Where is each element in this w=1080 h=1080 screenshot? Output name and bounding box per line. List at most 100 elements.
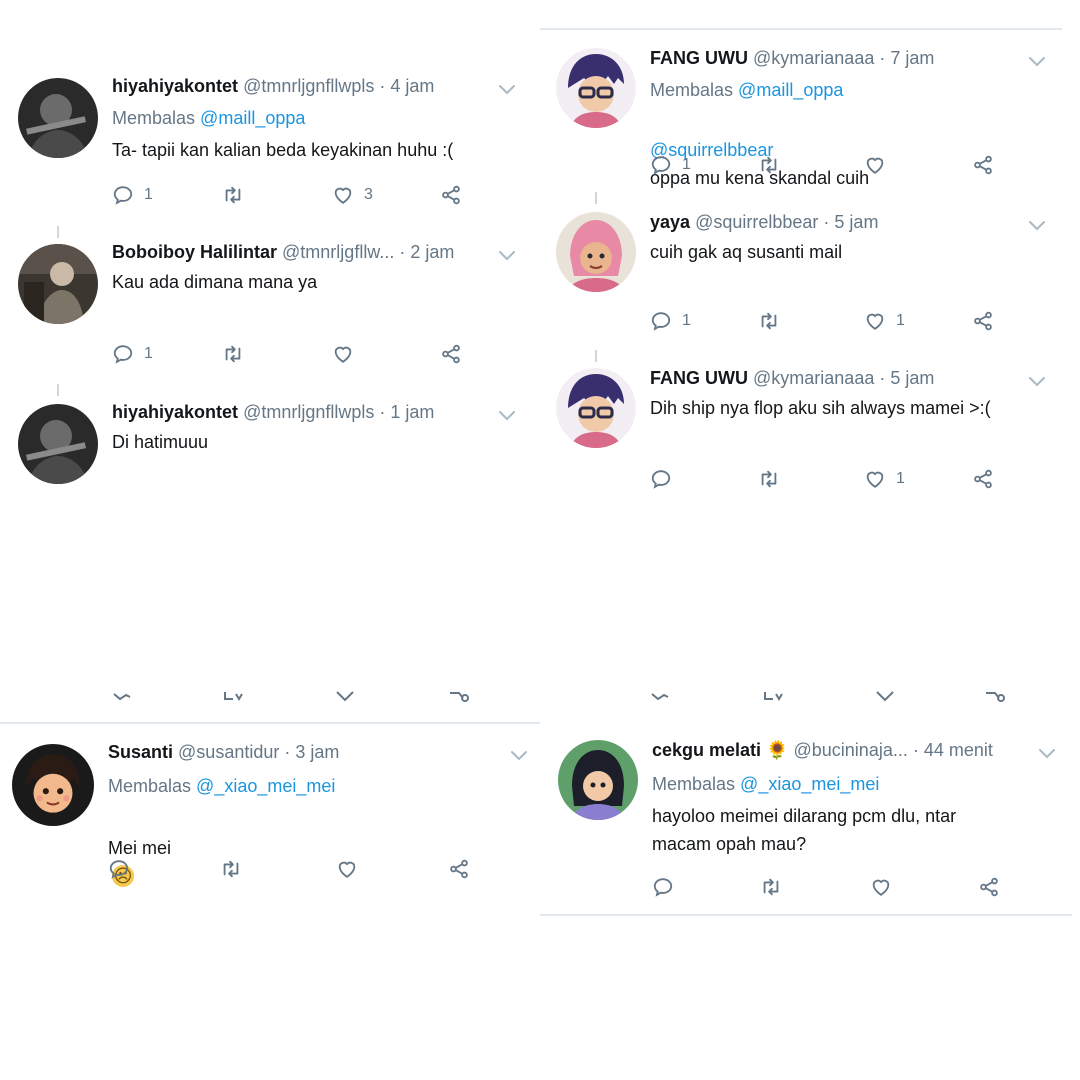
tweet[interactable]: cekgu melati 🌻 @bucininaja... · 44 menit… [540,720,1080,916]
tweet-text: Mei mei [108,838,172,858]
avatar[interactable] [556,48,636,128]
separator: · [912,740,919,760]
share-button[interactable] [972,152,994,178]
tweet[interactable]: FANG UWU @kymarianaaa · 5 jam Dih ship n… [540,364,1080,514]
user-handle[interactable]: @kymarianaaa [753,368,874,388]
avatar[interactable] [18,78,98,158]
user-name[interactable]: FANG UWU [650,368,748,388]
reply-button[interactable]: 1 [650,152,691,178]
tweet-actions: 1 [650,466,1030,492]
retweet-button[interactable] [758,466,780,492]
reply-mention-link[interactable]: @maill_oppa [200,108,305,128]
tweet[interactable]: hiyahiyakontet @tmnrljgnfllwpls · 4 jam … [0,40,540,225]
reply-mention-link[interactable]: @_xiao_mei_mei [196,776,335,796]
share-button[interactable] [440,341,462,367]
user-handle[interactable]: @susantidur [178,742,279,762]
user-name[interactable]: hiyahiyakontet [112,76,238,96]
separator: · [879,48,886,68]
retweet-button[interactable] [760,874,782,900]
timestamp[interactable]: 1 jam [390,402,434,422]
retweet-button[interactable] [220,856,242,882]
timestamp[interactable]: 7 jam [890,48,934,68]
chevron-down-icon[interactable] [1038,748,1056,760]
chevron-down-icon[interactable] [1028,220,1046,232]
retweet-button[interactable] [222,341,244,367]
like-button[interactable] [336,856,358,882]
avatar[interactable] [18,244,98,324]
like-button[interactable]: 1 [864,308,905,334]
user-name[interactable]: Susanti [108,742,173,762]
reply-button[interactable] [652,874,674,900]
avatar[interactable] [12,744,94,826]
reply-mention-link[interactable]: @maill_oppa [738,80,843,100]
separator: · [399,242,406,262]
user-name[interactable]: yaya [650,212,690,232]
share-button[interactable] [972,308,994,334]
retweet-button[interactable] [758,308,780,334]
user-handle[interactable]: @tmnrljgnfllwpls [243,76,374,96]
user-name[interactable]: hiyahiyakontet [112,402,238,422]
reply-icon [651,693,669,701]
like-button[interactable] [870,874,892,900]
share-button[interactable] [978,874,1000,900]
separator: · [379,402,386,422]
user-name[interactable]: Boboiboy Halilintar [112,242,277,262]
share-button[interactable] [440,182,462,208]
reply-icon [113,693,131,701]
retweet-button[interactable] [758,152,780,178]
timestamp[interactable]: 44 menit [924,740,993,760]
timestamp[interactable]: 3 jam [295,742,339,762]
avatar[interactable] [556,368,636,448]
avatar[interactable] [556,212,636,292]
reply-button[interactable]: 1 [650,308,691,334]
like-icon [864,154,886,176]
user-handle[interactable]: @tmnrljgfllw... [282,242,394,262]
user-handle[interactable]: @tmnrljgnfllwpls [243,402,374,422]
chevron-down-icon[interactable] [510,750,528,762]
timestamp[interactable]: 5 jam [834,212,878,232]
timestamp[interactable]: 5 jam [890,368,934,388]
retweet-icon [760,876,782,898]
reply-mention-link[interactable]: @_xiao_mei_mei [740,774,879,794]
user-name[interactable]: FANG UWU [650,48,748,68]
retweet-button[interactable] [222,182,244,208]
user-handle[interactable]: @squirrelbbear [695,212,818,232]
like-button[interactable]: 3 [332,182,373,208]
reply-button[interactable]: 1 [112,341,153,367]
thread-line [595,192,597,204]
avatar[interactable] [558,740,638,820]
share-button[interactable] [448,856,470,882]
timestamp[interactable]: 4 jam [390,76,434,96]
reply-prefix: Membalas [652,774,736,794]
chevron-down-icon[interactable] [498,410,516,422]
user-handle[interactable]: @kymarianaaa [753,48,874,68]
share-button[interactable] [972,466,994,492]
reply-button[interactable] [650,466,672,492]
chevron-down-icon[interactable] [498,250,516,262]
tweet[interactable]: Susanti @susantidur · 3 jam Membalas @_x… [0,724,540,910]
user-name[interactable]: cekgu melati [652,740,761,760]
reply-button[interactable]: 1 [112,182,153,208]
timestamp[interactable]: 2 jam [410,242,454,262]
like-button[interactable]: 1 [864,466,905,492]
tweet-actions [652,874,1032,900]
like-button[interactable] [332,341,354,367]
reply-icon [108,858,130,880]
like-button[interactable] [864,152,886,178]
tweet[interactable]: FANG UWU @kymarianaaa · 7 jam Membalas @… [540,30,1080,200]
tweet[interactable]: Boboiboy Halilintar @tmnrljgfllw... · 2 … [0,238,540,388]
avatar[interactable] [18,404,98,484]
tweet[interactable]: yaya @squirrelbbear · 5 jam cuih gak aq … [540,206,1080,356]
tweet-text: Di hatimuuu [112,432,209,452]
reply-prefix: Membalas [108,776,192,796]
separator: · [284,742,291,762]
like-icon [332,343,354,365]
reply-icon [652,876,674,898]
tweet[interactable]: hiyahiyakontet @tmnrljgnfllwpls · 1 jam … [0,398,540,518]
user-handle[interactable]: @bucininaja... [794,740,908,760]
chevron-down-icon[interactable] [1028,376,1046,388]
chevron-down-icon[interactable] [498,84,516,96]
share-icon [986,692,1005,702]
reply-button[interactable] [108,856,130,882]
chevron-down-icon[interactable] [1028,56,1046,68]
